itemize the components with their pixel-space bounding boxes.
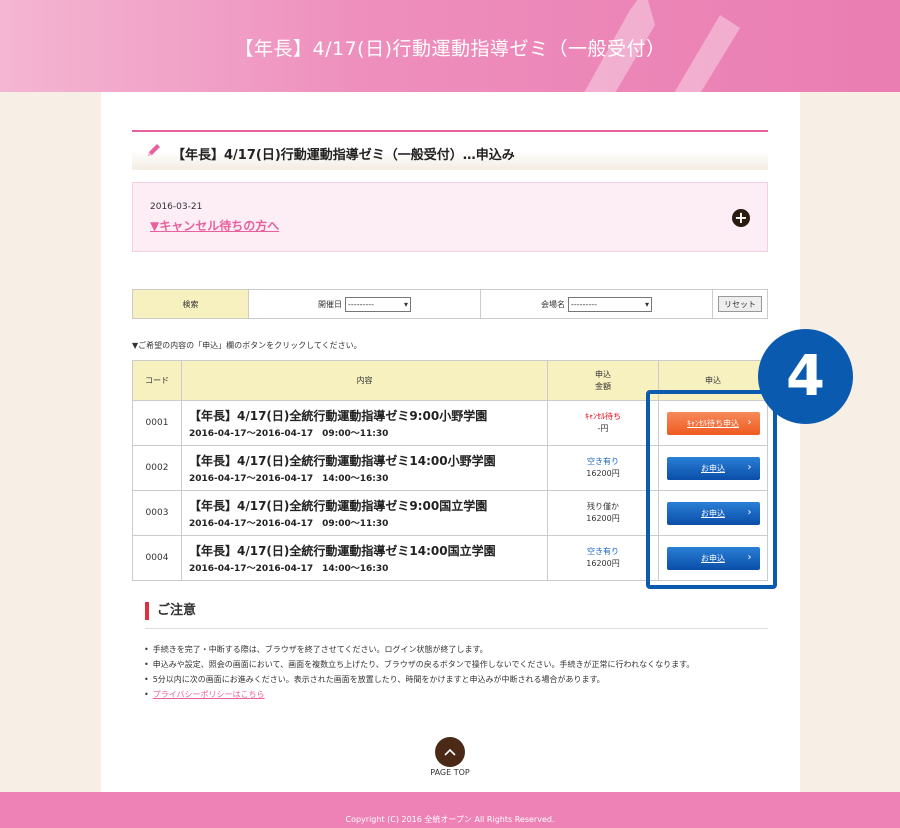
expand-plus-icon[interactable]: + xyxy=(732,209,750,227)
row-price: 16200円 xyxy=(586,559,620,568)
privacy-policy-link[interactable]: プライバシーポリシーはこちら xyxy=(153,690,265,699)
row-code: 0001 xyxy=(132,400,182,446)
page-top-button[interactable] xyxy=(435,737,465,767)
row-datetime: 2016-04-17～2016-04-17 14:00～16:30 xyxy=(189,564,389,574)
row-code: 0004 xyxy=(132,535,182,581)
date-select[interactable]: --------- ▾ xyxy=(345,296,411,312)
copyright: Copyright (C) 2016 全統オープン All Rights Res… xyxy=(345,815,555,824)
row-status: 残り僅か xyxy=(587,502,619,511)
reset-button[interactable]: リセット xyxy=(718,296,762,312)
notice-item: 5分以内に次の画面にお進みください。表示された画面を放置したり、時間をかけますと… xyxy=(144,672,694,687)
info-box: 2016-03-21 ▼キャンセル待ちの方へ + xyxy=(132,182,768,252)
cancel-wait-link[interactable]: ▼キャンセル待ちの方へ xyxy=(150,217,279,234)
row-title: 【年長】4/17(日)全統行動運動指導ゼミ14:00小野学園 xyxy=(189,454,496,468)
chevron-down-icon: ▾ xyxy=(644,299,649,309)
date-select-value: --------- xyxy=(348,299,374,309)
row-datetime: 2016-04-17～2016-04-17 09:00～11:30 xyxy=(189,519,389,529)
notice-item: 申込みや設定、照会の画面において、画面を複数立ち上げたり、ブラウザの戻るボタンで… xyxy=(144,657,695,672)
section-title-bar: 【年長】4/17(日)行動運動指導ゼミ（一般受付）…申込み xyxy=(132,130,768,170)
header-status: 申込 金額 xyxy=(547,360,659,401)
row-code: 0002 xyxy=(132,445,182,491)
row-price: 16200円 xyxy=(586,514,620,523)
header-status-line2: 金額 xyxy=(595,381,611,391)
venue-label: 会場名 xyxy=(541,299,565,309)
header-status-line1: 申込 xyxy=(595,369,611,379)
notice-item: プライバシーポリシーはこちら xyxy=(144,687,694,702)
page-title: 【年長】4/17(日)行動運動指導ゼミ（一般受付） xyxy=(234,38,666,60)
row-title: 【年長】4/17(日)全統行動運動指導ゼミ9:00小野学園 xyxy=(189,409,488,423)
row-status: 空き有り xyxy=(587,547,619,556)
page-footer: Copyright (C) 2016 全統オープン All Rights Res… xyxy=(0,792,900,828)
row-title: 【年長】4/17(日)全統行動運動指導ゼミ14:00国立学園 xyxy=(189,544,496,558)
row-datetime: 2016-04-17～2016-04-17 09:00～11:30 xyxy=(189,429,389,439)
row-datetime: 2016-04-17～2016-04-17 14:00～16:30 xyxy=(189,474,389,484)
row-status: ｷｬﾝｾﾙ待ち xyxy=(585,412,621,421)
notice-item: 手続きを完了・中断する際は、ブラウザを終了させてください。ログイン状態が終了しま… xyxy=(144,642,694,657)
page-top-label[interactable]: PAGE TOP xyxy=(400,768,500,777)
chevron-up-icon xyxy=(444,748,456,756)
notice-list: 手続きを完了・中断する際は、ブラウザを終了させてください。ログイン状態が終了しま… xyxy=(144,642,695,702)
chevron-down-icon: ▾ xyxy=(403,299,408,309)
step-badge: 4 xyxy=(758,329,853,424)
page-header: 【年長】4/17(日)行動運動指導ゼミ（一般受付） xyxy=(0,0,900,92)
date-label: 開催日 xyxy=(318,299,342,309)
notice-title: ご注意 xyxy=(145,602,196,620)
row-code: 0003 xyxy=(132,490,182,536)
venue-select[interactable]: --------- ▾ xyxy=(568,296,652,312)
pencil-icon xyxy=(148,144,160,156)
header-code: コード xyxy=(132,360,182,401)
section-title: 【年長】4/17(日)行動運動指導ゼミ（一般受付）…申込み xyxy=(172,148,515,163)
apply-column-highlight xyxy=(646,390,777,589)
search-bar: 検索 開催日 --------- ▾ 会場名 --------- ▾ リセット xyxy=(132,289,768,319)
row-price: 16200円 xyxy=(586,469,620,478)
search-label: 検索 xyxy=(133,290,249,318)
header-content: 内容 xyxy=(181,360,548,401)
row-price: -円 xyxy=(597,424,609,433)
instruction-text: ▼ご希望の内容の「申込」欄のボタンをクリックしてください。 xyxy=(132,341,362,350)
row-title: 【年長】4/17(日)全統行動運動指導ゼミ9:00国立学園 xyxy=(189,499,488,513)
info-date: 2016-03-21 xyxy=(150,202,203,212)
notice-divider xyxy=(145,628,768,629)
row-status: 空き有り xyxy=(587,457,619,466)
venue-select-value: --------- xyxy=(571,299,597,309)
